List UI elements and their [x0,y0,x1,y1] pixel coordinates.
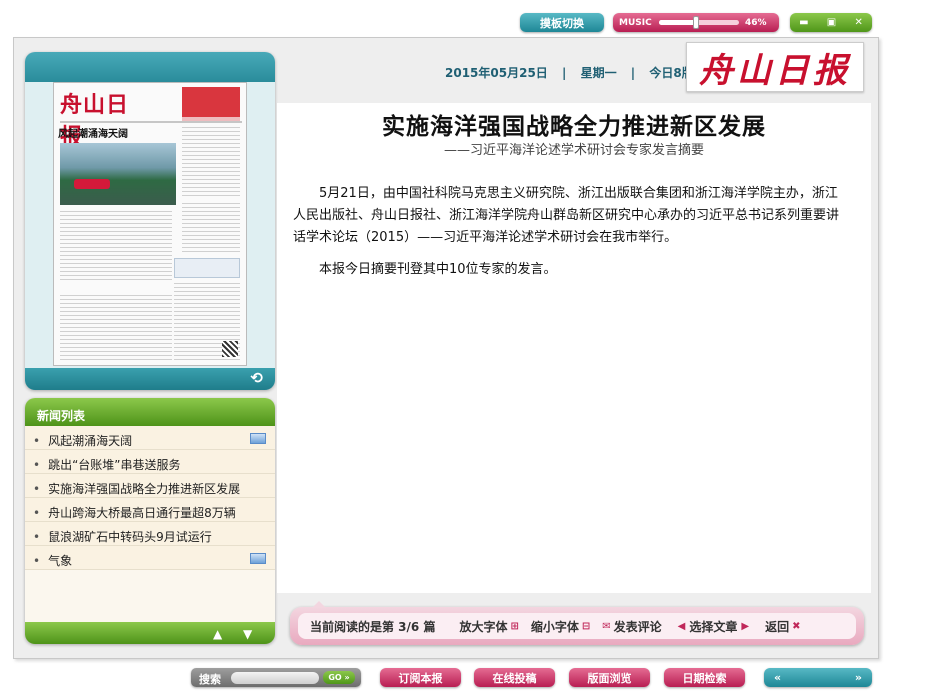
music-label: MUSIC [619,17,652,28]
picture-icon [250,553,266,564]
news-item-label: 实施海洋强国战略全力推进新区发展 [48,482,241,496]
bullet-icon: • [33,554,41,568]
issue-info-bar: 2015年05月25日 | 星期一 | 今日8版 [440,64,699,81]
envelope-icon: ✉ [602,620,611,632]
bullet-icon: • [33,458,41,472]
search-input[interactable] [231,672,319,684]
close-x-icon: ✖ [792,620,801,632]
news-list-item[interactable]: • 鼠浪湖矿石中转码头9月试运行 [25,522,275,546]
zoom-out-label: 缩小字体 [530,619,579,634]
template-switch-button[interactable]: 摸板切换 [520,13,604,32]
news-list-item[interactable]: • 跳出“台账堆”串巷送服务 [25,450,275,474]
minimize-icon[interactable]: ▬ [799,17,808,28]
separator: | [630,66,636,80]
picture-icon [250,433,266,444]
article-content: 实施海洋强国战略全力推进新区发展 ——习近平海洋论述学术研讨会专家发言摘要 5月… [277,103,871,593]
news-list-item[interactable]: • 气象 [25,546,275,570]
toolbar-notch [312,601,326,608]
reading-toolbar-inner: 当前阅读的是第 3/6 篇 放大字体 ⊞ 缩小字体 ⊟ ✉ 发表评论 ◀ 选择文章 ▶ 返… [298,613,856,639]
music-volume-slider[interactable] [659,16,739,29]
thumbnail-promo-box [174,258,240,278]
prev-page-icon[interactable]: « [774,671,781,684]
news-item-label: 风起潮涌海天阔 [48,434,133,448]
comment-label: 发表评论 [613,619,662,634]
thumbnail-text-column [60,295,172,361]
scroll-up-icon[interactable]: ▲ [213,627,222,641]
thumbnail-footer: ⟲ [25,368,275,390]
article-paragraph: 本报今日摘要刊登其中10位专家的发言。 [319,262,557,277]
bullet-icon: • [33,482,41,496]
newspaper-logo: 舟山日报 [686,42,864,92]
news-list-item[interactable]: • 实施海洋强国战略全力推进新区发展 [25,474,275,498]
scroll-down-icon[interactable]: ▼ [243,627,252,641]
separator: | [562,66,567,80]
music-volume-fill [659,20,696,25]
search-box: 搜索 GO » [191,668,361,687]
article-paragraph: 5月21日，由中国社科院马克思主义研究院、浙江出版联合集团和浙江海洋学院主办，浙… [293,186,840,245]
zoom-in-label: 放大字体 [459,619,508,634]
news-item-label: 气象 [48,554,73,568]
news-list-header: 新闻列表 [25,398,275,426]
window-controls: ▬ ▣ ✕ [790,13,872,32]
issue-date: 2015年05月25日 [445,66,548,80]
music-volume-percent: 46% [745,17,767,28]
zoom-out-button[interactable]: 缩小字体 ⊟ [531,618,590,635]
article-body: 5月21日，由中国社科院马克思主义研究院、浙江出版联合集团和浙江海洋学院主办，浙… [293,183,849,291]
article-subtitle: ——习近平海洋论述学术研讨会专家发言摘要 [443,143,704,158]
select-article-label: 选择文章 [689,619,738,634]
reading-position: 当前阅读的是第 3/6 篇 [310,619,436,634]
subscribe-button[interactable]: 订阅本报 [380,668,461,687]
maximize-icon[interactable]: ▣ [827,17,836,28]
next-page-icon[interactable]: » [855,671,862,684]
thumbnail-text-column [182,203,240,253]
close-icon[interactable]: ✕ [854,17,862,28]
qr-code-icon [222,341,238,357]
plus-box-icon: ⊞ [510,620,519,632]
page-nav-arrows: « » [764,668,872,687]
news-list-item[interactable]: • 风起潮涌海天阔 [25,426,275,450]
minus-box-icon: ⊟ [581,620,591,632]
bullet-icon: • [33,530,41,544]
music-volume-thumb[interactable] [692,16,699,29]
news-item-label: 舟山跨海大桥最高日通行量超8万辆 [48,506,236,520]
back-button[interactable]: 返回 ✖ [765,618,800,635]
bullet-icon: • [33,434,41,448]
news-list-footer: ▲ ▼ [25,622,275,644]
reading-toolbar: 当前阅读的是第 3/6 篇 放大字体 ⊞ 缩小字体 ⊟ ✉ 发表评论 ◀ 选择文章 ▶ 返… [290,601,864,645]
refresh-icon[interactable]: ⟲ [250,369,263,387]
thumbnail-text-column [182,127,240,197]
news-item-label: 鼠浪湖矿石中转码头9月试运行 [48,530,212,544]
zoom-in-button[interactable]: 放大字体 ⊞ [459,618,518,635]
search-go-button[interactable]: GO » [323,671,355,684]
ship-image [74,179,110,189]
arrow-right-icon[interactable]: ▶ [741,621,749,632]
page-browse-button[interactable]: 版面浏览 [569,668,650,687]
newspaper-page-thumbnail[interactable]: 舟山日报 风起潮涌海天阔 [53,82,247,366]
bullet-icon: • [33,506,41,520]
thumbnail-text-column [60,211,172,281]
submit-article-button[interactable]: 在线投稿 [474,668,555,687]
issue-weekday: 星期一 [580,66,617,80]
thumbnail-masthead: 舟山日报 [60,92,130,150]
arrow-left-icon[interactable]: ◀ [678,621,686,632]
news-list-panel: 新闻列表 • 风起潮涌海天阔 • 跳出“台账堆”串巷送服务 • 实施海洋强国战略全力推… [25,398,275,644]
page-thumbnail-panel: 舟山日报 风起潮涌海天阔 ⟲ [25,52,275,390]
thumbnail-photo [60,143,176,205]
thumbnail-rule [60,121,242,123]
date-search-button[interactable]: 日期检索 [664,668,745,687]
news-list-item[interactable]: • 舟山跨海大桥最高日通行量超8万辆 [25,498,275,522]
thumbnail-headline: 风起潮涌海天阔 [58,129,128,140]
news-list: • 风起潮涌海天阔 • 跳出“台账堆”串巷送服务 • 实施海洋强国战略全力推进新区发展… [25,426,275,570]
comment-button[interactable]: ✉ 发表评论 [602,618,661,635]
news-item-label: 跳出“台账堆”串巷送服务 [48,458,181,472]
select-article-button[interactable]: ◀ 选择文章 ▶ [674,618,753,635]
search-label: 搜索 [199,673,221,686]
article-title: 实施海洋强国战略全力推进新区发展 [382,114,766,140]
thumbnail-red-banner [182,87,240,117]
back-label: 返回 [765,619,790,634]
music-volume-control[interactable]: MUSIC 46% [613,13,779,32]
